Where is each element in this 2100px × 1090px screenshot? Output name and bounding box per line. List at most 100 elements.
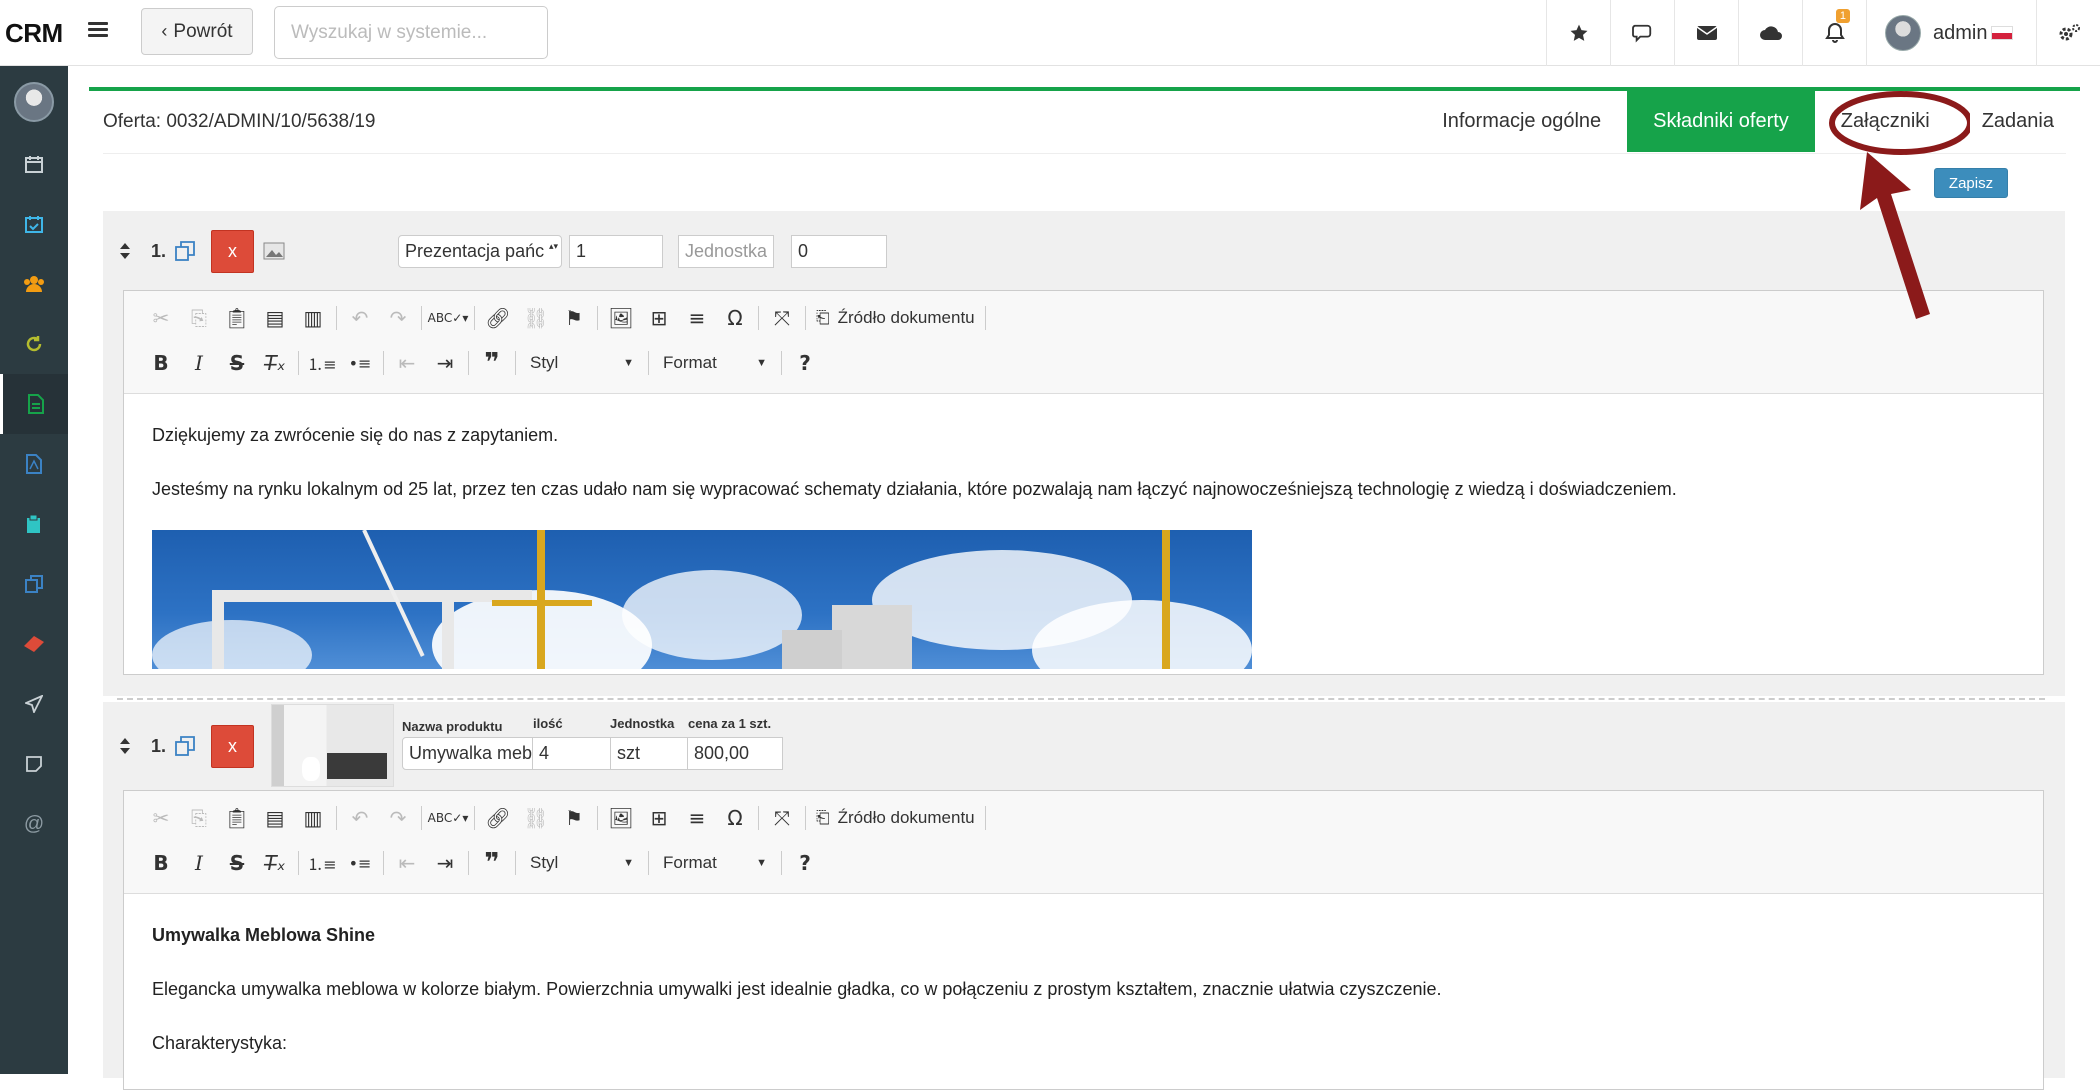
anchor-flag-icon[interactable]: ⚑ <box>555 801 593 835</box>
price-input[interactable]: 0 <box>791 235 887 268</box>
redo-icon[interactable]: ↷ <box>379 801 417 835</box>
redo-icon[interactable]: ↷ <box>379 301 417 335</box>
cut-icon[interactable]: ✂ <box>142 801 180 835</box>
anchor-flag-icon[interactable]: ⚑ <box>555 301 593 335</box>
table-icon[interactable]: ⊞ <box>640 301 678 335</box>
paste-word-icon[interactable]: ▥ <box>294 301 332 335</box>
insert-image-icon[interactable]: 🖼︎ <box>602 301 640 335</box>
spellcheck-icon[interactable]: ABC✓▾ <box>426 301 470 335</box>
sidebar-item-calendar[interactable] <box>0 134 68 194</box>
format-dropdown[interactable]: Format ▼ <box>653 346 777 380</box>
chat-button[interactable] <box>1610 0 1674 66</box>
link-icon[interactable]: 🔗︎ <box>479 301 517 335</box>
undo-icon[interactable]: ↶ <box>341 801 379 835</box>
price-input[interactable]: 800,00 <box>687 737 783 770</box>
insert-image-icon[interactable]: 🖼︎ <box>602 801 640 835</box>
paste-icon[interactable]: 📋︎ <box>218 801 256 835</box>
sidebar-item-tasks[interactable] <box>0 194 68 254</box>
paste-word-icon[interactable]: ▥ <box>294 801 332 835</box>
unlink-icon[interactable]: ⛓ <box>517 301 555 335</box>
format-dropdown[interactable]: Format ▼ <box>653 846 777 880</box>
sidebar-item-notes[interactable] <box>0 734 68 794</box>
help-icon[interactable]: ? <box>786 346 824 380</box>
bold-icon[interactable]: B <box>142 346 180 380</box>
sidebar-item-pdf[interactable] <box>0 434 68 494</box>
editor-content[interactable]: Umywalka Meblowa Shine Elegancka umywalk… <box>124 894 2043 1056</box>
sort-handle-icon[interactable] <box>119 737 131 755</box>
quantity-input[interactable]: 1 <box>569 235 663 268</box>
source-button[interactable]: ⎗ Źródło dokumentu <box>810 301 981 335</box>
sidebar-item-tickets[interactable] <box>0 614 68 674</box>
table-icon[interactable]: ⊞ <box>640 801 678 835</box>
sidebar-item-offers[interactable] <box>0 374 68 434</box>
paste-text-icon[interactable]: ▤ <box>256 801 294 835</box>
italic-icon[interactable]: I <box>180 846 218 880</box>
cloud-button[interactable] <box>1738 0 1802 66</box>
copy-icon[interactable] <box>175 241 195 261</box>
settings-button[interactable] <box>2036 0 2100 66</box>
search-input[interactable] <box>274 6 548 59</box>
indent-icon[interactable]: ⇥ <box>426 346 464 380</box>
save-button[interactable]: Zapisz <box>1934 168 2008 198</box>
style-dropdown[interactable]: Styl ▼ <box>520 846 644 880</box>
bullet-list-icon[interactable]: •≡ <box>341 846 379 880</box>
paste-icon[interactable]: 📋︎ <box>218 301 256 335</box>
strikethrough-icon[interactable]: S <box>218 846 256 880</box>
unit-input[interactable]: Jednostka <box>678 235 774 268</box>
copy-text-icon[interactable]: ⎘ <box>180 801 218 835</box>
mail-button[interactable] <box>1674 0 1738 66</box>
copy-icon[interactable] <box>175 736 195 756</box>
remove-format-icon[interactable]: T̶ₓ <box>256 846 294 880</box>
tab-general-info[interactable]: Informacje ogólne <box>1416 91 1627 152</box>
spellcheck-icon[interactable]: ABC✓▾ <box>426 801 470 835</box>
remove-format-icon[interactable]: T̶ₓ <box>256 346 294 380</box>
sidebar-item-clipboard[interactable] <box>0 494 68 554</box>
outdent-icon[interactable]: ⇤ <box>388 346 426 380</box>
bullet-list-icon[interactable]: •≡ <box>341 346 379 380</box>
delete-item-button[interactable]: x <box>211 230 254 273</box>
link-icon[interactable]: 🔗︎ <box>479 801 517 835</box>
style-dropdown[interactable]: Styl ▼ <box>520 346 644 380</box>
undo-icon[interactable]: ↶ <box>341 301 379 335</box>
tab-tasks[interactable]: Zadania <box>1956 91 2080 152</box>
help-icon[interactable]: ? <box>786 846 824 880</box>
copy-text-icon[interactable]: ⎘ <box>180 301 218 335</box>
sidebar-item-refresh[interactable] <box>0 314 68 374</box>
indent-icon[interactable]: ⇥ <box>426 846 464 880</box>
cut-icon[interactable]: ✂ <box>142 301 180 335</box>
blockquote-icon[interactable]: ❞ <box>473 846 511 880</box>
back-button[interactable]: ‹ Powrót <box>141 8 253 55</box>
user-menu[interactable]: admin <box>1866 0 2036 66</box>
sidebar-item-send[interactable] <box>0 674 68 734</box>
paste-text-icon[interactable]: ▤ <box>256 301 294 335</box>
source-button[interactable]: ⎗ Źródło dokumentu <box>810 801 981 835</box>
sidebar-item-contacts[interactable] <box>0 254 68 314</box>
item-type-select[interactable]: Prezentacja pańc <box>398 235 562 268</box>
sidebar-item-email[interactable]: @ <box>0 794 68 854</box>
notifications-button[interactable]: 1 <box>1802 0 1866 66</box>
tab-attachments[interactable]: Załączniki <box>1815 91 1956 152</box>
sidebar-item-copy[interactable] <box>0 554 68 614</box>
sort-handle-icon[interactable] <box>119 242 131 260</box>
image-icon[interactable] <box>263 242 285 260</box>
editor-content[interactable]: Dziękujemy za zwrócenie się do nas z zap… <box>124 394 2043 669</box>
numbered-list-icon[interactable]: ⒈≡ <box>303 346 341 380</box>
sidebar-avatar[interactable] <box>14 82 54 122</box>
tab-offer-items[interactable]: Składniki oferty <box>1627 91 1815 152</box>
maximize-icon[interactable]: ⤧ <box>763 301 801 335</box>
product-image[interactable] <box>271 704 394 787</box>
numbered-list-icon[interactable]: ⒈≡ <box>303 846 341 880</box>
horizontal-line-icon[interactable]: ≡ <box>678 801 716 835</box>
unlink-icon[interactable]: ⛓ <box>517 801 555 835</box>
menu-toggle-icon[interactable] <box>88 22 108 38</box>
bold-icon[interactable]: B <box>142 846 180 880</box>
delete-item-button[interactable]: x <box>211 725 254 768</box>
horizontal-line-icon[interactable]: ≡ <box>678 301 716 335</box>
maximize-icon[interactable]: ⤧ <box>763 801 801 835</box>
favorites-button[interactable] <box>1546 0 1610 66</box>
outdent-icon[interactable]: ⇤ <box>388 846 426 880</box>
app-logo[interactable]: CRM <box>5 18 63 49</box>
special-char-icon[interactable]: Ω <box>716 801 754 835</box>
strikethrough-icon[interactable]: S <box>218 346 256 380</box>
special-char-icon[interactable]: Ω <box>716 301 754 335</box>
